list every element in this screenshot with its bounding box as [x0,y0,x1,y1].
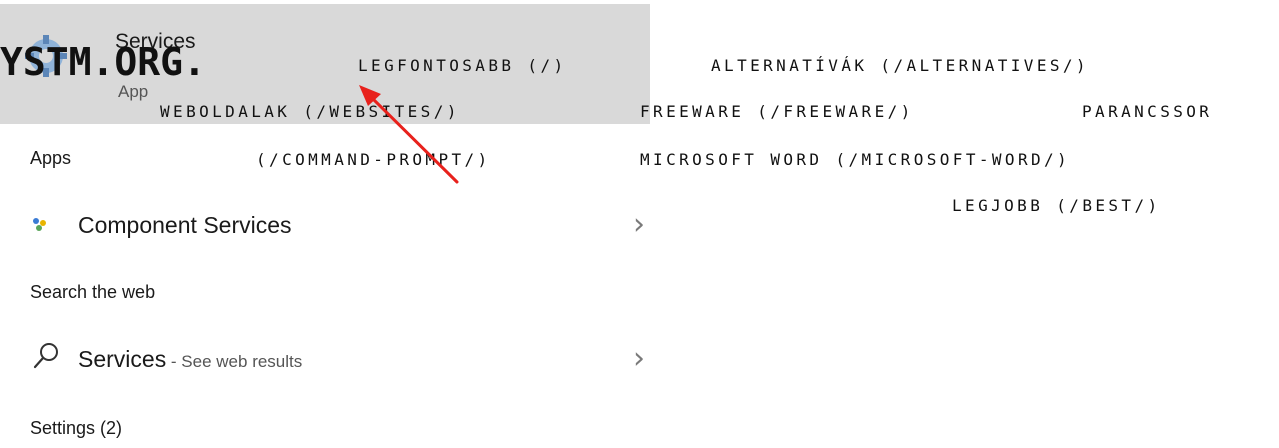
settings-heading: Settings (2) [30,418,123,438]
result-web-services[interactable]: Services - See web results › [0,336,650,380]
site-logo[interactable]: YSTM.ORG. [0,40,206,84]
component-services-highlight: Services [203,212,292,238]
nav-weboldalak[interactable]: WEBOLDALAK (/WEBSITES/) [160,102,460,121]
web-services-label: Services - See web results [78,346,302,373]
chevron-right-icon[interactable]: › [633,210,645,240]
search-icon [33,343,58,369]
component-services-icon [33,218,46,231]
chevron-right-icon[interactable]: › [633,344,645,374]
best-match-subtitle: App [118,82,149,101]
nav-parancssor[interactable]: PARANCSSOR [1082,102,1212,121]
web-heading: Search the web [30,282,156,302]
nav-alternativak[interactable]: ALTERNATÍVÁK (/ALTERNATIVES/) [711,56,1089,75]
component-services-prefix: Component [78,212,204,238]
component-services-label: Component Services [78,212,292,239]
nav-legfontosabb[interactable]: LEGFONTOSABB (/) [358,56,567,75]
nav-legjobb[interactable]: LEGJOBB (/BEST/) [952,196,1161,215]
nav-freeware[interactable]: FREEWARE (/FREEWARE/) [640,102,914,121]
web-services-suffix: - See web results [166,352,303,371]
nav-command-prompt[interactable]: (/COMMAND-PROMPT/) [256,150,491,169]
web-services-query: Services [78,346,167,372]
result-component-services[interactable]: Component Services › [0,202,650,246]
apps-heading: Apps [30,148,72,168]
nav-microsoft-word[interactable]: MICROSOFT WORD (/MICROSOFT-WORD/) [640,150,1070,169]
